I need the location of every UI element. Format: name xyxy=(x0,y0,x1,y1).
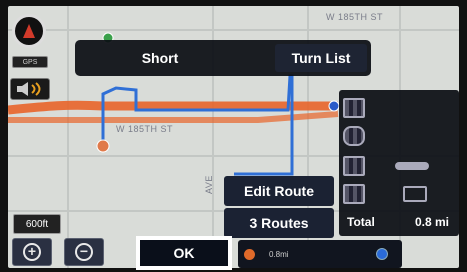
route-options-bar: Short Turn List xyxy=(75,40,371,76)
turn-list-button[interactable]: Turn List xyxy=(275,44,367,72)
lane-row xyxy=(343,180,455,208)
speaker-icon[interactable] xyxy=(10,78,50,100)
vehicle-icon xyxy=(395,162,429,170)
zoom-out-button[interactable]: − xyxy=(64,238,104,266)
lane-icon xyxy=(343,184,365,204)
street-label: AVE xyxy=(204,175,214,194)
lane-row xyxy=(343,152,455,180)
fuel-icon xyxy=(403,186,427,202)
edit-route-button[interactable]: Edit Route xyxy=(224,176,334,206)
route-info-panel: Total 0.8 mi xyxy=(339,90,459,236)
map-scale[interactable]: 600ft xyxy=(13,214,61,234)
lane-row xyxy=(343,94,455,122)
street-label: W 185TH ST xyxy=(116,124,174,134)
shield-icon xyxy=(343,126,365,146)
short-button[interactable]: Short xyxy=(85,44,235,72)
zoom-in-icon: + xyxy=(23,243,41,261)
zoom-in-button[interactable]: + xyxy=(12,238,52,266)
origin-dot-icon xyxy=(244,248,255,260)
gps-badge: GPS xyxy=(12,56,48,68)
lane-icon xyxy=(343,98,365,118)
total-label: Total xyxy=(347,215,375,229)
summary-distance: 0.8mi xyxy=(269,249,289,259)
zoom-out-icon: − xyxy=(75,243,93,261)
start-marker-icon xyxy=(96,139,110,153)
routes-button[interactable]: 3 Routes xyxy=(224,208,334,238)
total-value: 0.8 mi xyxy=(414,215,449,229)
total-distance: Total 0.8 mi xyxy=(343,210,455,234)
route-summary-strip: 0.8mi xyxy=(238,240,402,268)
navigation-screen: W 185TH ST W 185TH ST AVE GPS Short Turn… xyxy=(0,0,467,272)
compass-icon[interactable] xyxy=(12,14,46,48)
destination-dot-icon xyxy=(376,248,388,260)
lane-icon xyxy=(343,156,365,176)
lane-row xyxy=(343,122,455,150)
ok-button[interactable]: OK xyxy=(136,236,232,270)
street-label: W 185TH ST xyxy=(326,12,384,22)
